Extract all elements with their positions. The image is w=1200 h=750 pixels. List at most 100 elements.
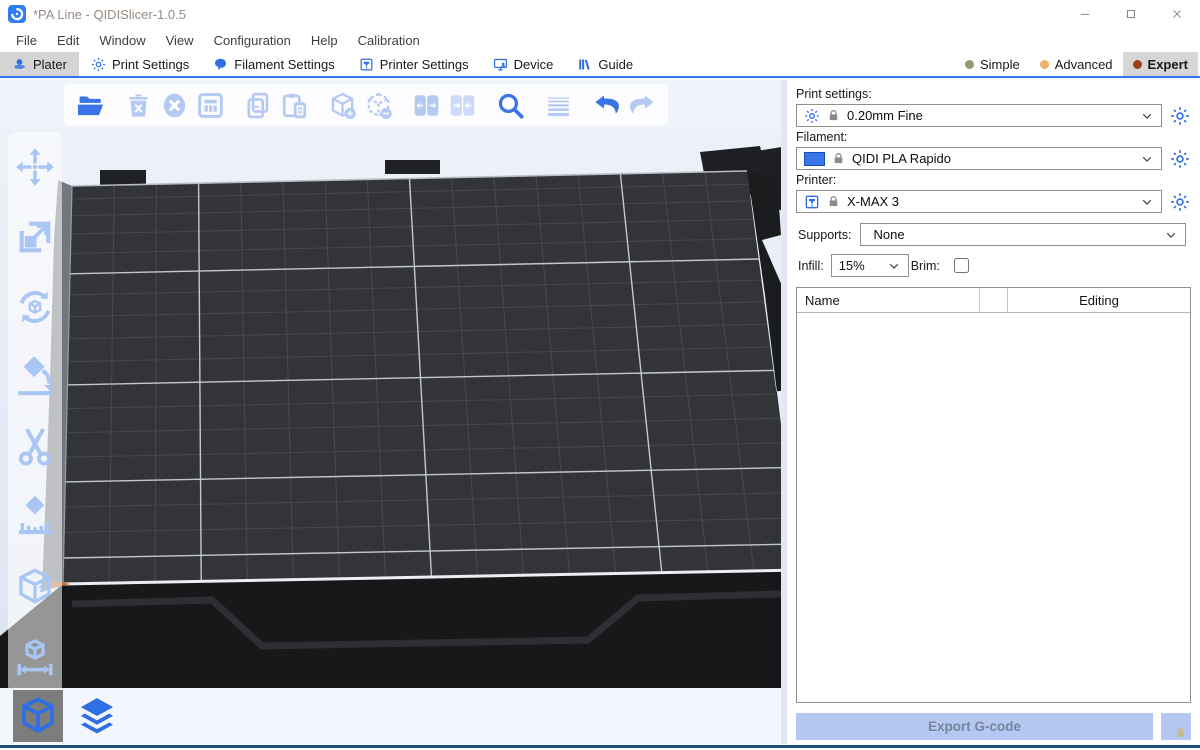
maximize-button[interactable] — [1108, 0, 1154, 28]
lock-icon — [827, 195, 840, 208]
viewport-3d[interactable] — [0, 80, 781, 744]
export-gcode-button[interactable]: Export G-code — [796, 713, 1153, 740]
tab-label: Printer Settings — [380, 57, 469, 72]
supports-combo[interactable]: None — [860, 223, 1186, 246]
tab-print-settings[interactable]: Print Settings — [79, 52, 201, 76]
menu-file[interactable]: File — [6, 30, 47, 51]
minimize-button[interactable] — [1062, 0, 1108, 28]
tab-guide[interactable]: Guide — [565, 52, 645, 76]
menu-edit[interactable]: Edit — [47, 30, 89, 51]
search-icon — [496, 91, 525, 120]
bed-scene[interactable] — [0, 80, 781, 688]
infill-combo[interactable]: 15% — [831, 254, 909, 277]
tab-printer-settings[interactable]: Printer Settings — [347, 52, 481, 76]
flatten-gizmo-button[interactable] — [12, 354, 58, 400]
redo-button[interactable] — [625, 87, 659, 123]
brim-label: Brim: — [911, 259, 940, 273]
chevron-down-icon — [1140, 109, 1154, 123]
column-header-editing[interactable]: Editing — [1008, 288, 1190, 312]
rotate-gizmo-button[interactable] — [12, 284, 58, 330]
mode-dot-icon — [1133, 60, 1142, 69]
filament-edit-button[interactable] — [1169, 148, 1191, 170]
delete-icon — [124, 91, 153, 120]
menu-configuration[interactable]: Configuration — [204, 30, 301, 51]
chevron-down-icon — [1140, 195, 1154, 209]
infill-label: Infill: — [798, 259, 824, 273]
add-instance-button[interactable] — [325, 87, 359, 123]
view-3d-button[interactable] — [13, 690, 63, 742]
chevron-down-icon — [1140, 152, 1154, 166]
tab-filament-settings[interactable]: Filament Settings — [201, 52, 346, 76]
open-button[interactable] — [73, 87, 107, 123]
printer-icon — [804, 194, 820, 210]
preview-button[interactable] — [72, 690, 122, 742]
tab-plater[interactable]: Plater — [0, 52, 79, 76]
scale-gizmo-button[interactable] — [12, 214, 58, 260]
plater-icon — [12, 57, 27, 72]
view-switch-bar — [0, 688, 781, 744]
split-parts-button[interactable] — [445, 87, 479, 123]
undo-button[interactable] — [589, 87, 623, 123]
move-gizmo-button[interactable] — [12, 144, 58, 190]
window-controls — [1062, 0, 1200, 28]
seam-gizmo-button[interactable] — [12, 564, 58, 610]
titlebar: *PA Line - QIDISlicer-1.0.5 — [0, 0, 1200, 28]
remove-instance-icon — [364, 91, 393, 120]
filament-combo[interactable]: QIDI PLA Rapido — [796, 147, 1162, 170]
arrange-button[interactable] — [193, 87, 227, 123]
paste-button[interactable] — [277, 87, 311, 123]
search-button[interactable] — [493, 87, 527, 123]
export-row: Export G-code — [796, 713, 1191, 740]
device-icon — [493, 57, 508, 72]
cut-gizmo-button[interactable] — [12, 424, 58, 470]
mode-dot-icon — [965, 60, 974, 69]
support-gizmo-button[interactable] — [12, 494, 58, 540]
menu-calibration[interactable]: Calibration — [348, 30, 430, 51]
window-bottom-edge — [0, 745, 1200, 748]
supports-value: None — [868, 227, 1157, 242]
column-header-extruder[interactable] — [980, 288, 1008, 312]
column-header-name[interactable]: Name — [797, 288, 980, 312]
object-list[interactable]: Name Editing — [796, 287, 1191, 703]
print-settings-combo[interactable]: 0.20mm Fine — [796, 104, 1162, 127]
scale-icon — [14, 216, 56, 258]
remove-instance-button[interactable] — [361, 87, 395, 123]
delete-all-button[interactable] — [157, 87, 191, 123]
tab-device[interactable]: Device — [481, 52, 566, 76]
guide-icon — [577, 57, 592, 72]
object-list-body[interactable] — [797, 313, 1190, 702]
supports-label: Supports: — [798, 228, 852, 242]
tab-label: Guide — [598, 57, 633, 72]
rotate-icon — [14, 286, 56, 328]
mode-expert[interactable]: Expert — [1123, 52, 1198, 76]
toolbar-card — [64, 84, 668, 126]
mode-simple[interactable]: Simple — [955, 52, 1030, 76]
delete-button[interactable] — [121, 87, 155, 123]
brim-checkbox[interactable] — [954, 258, 969, 273]
menu-help[interactable]: Help — [301, 30, 348, 51]
filament-color-swatch — [804, 152, 825, 166]
printer-icon — [359, 57, 374, 72]
support-icon — [14, 496, 56, 538]
measure-gizmo-button[interactable] — [12, 634, 58, 680]
copy-button[interactable] — [241, 87, 275, 123]
paste-icon — [280, 91, 309, 120]
tab-label: Filament Settings — [234, 57, 334, 72]
mode-advanced[interactable]: Advanced — [1030, 52, 1123, 76]
printer-label: Printer: — [796, 173, 1191, 187]
move-icon — [14, 146, 56, 188]
split-objects-button[interactable] — [409, 87, 443, 123]
menu-window[interactable]: Window — [89, 30, 155, 51]
printer-combo[interactable]: X-MAX 3 — [796, 190, 1162, 213]
app-logo-icon — [8, 5, 26, 23]
tabbar: PlaterPrint Settings Filament Settings Pri… — [0, 52, 1200, 78]
printer-edit-button[interactable] — [1169, 191, 1191, 213]
close-button[interactable] — [1154, 0, 1200, 28]
mode-switcher: Simple AdvancedExpert — [955, 52, 1200, 76]
print-settings-edit-button[interactable] — [1169, 105, 1191, 127]
export-to-sd-button[interactable] — [1161, 713, 1191, 740]
menu-view[interactable]: View — [156, 30, 204, 51]
filament-icon — [213, 57, 228, 72]
mode-label: Simple — [980, 57, 1020, 72]
variable-layer-height-button[interactable] — [541, 87, 575, 123]
